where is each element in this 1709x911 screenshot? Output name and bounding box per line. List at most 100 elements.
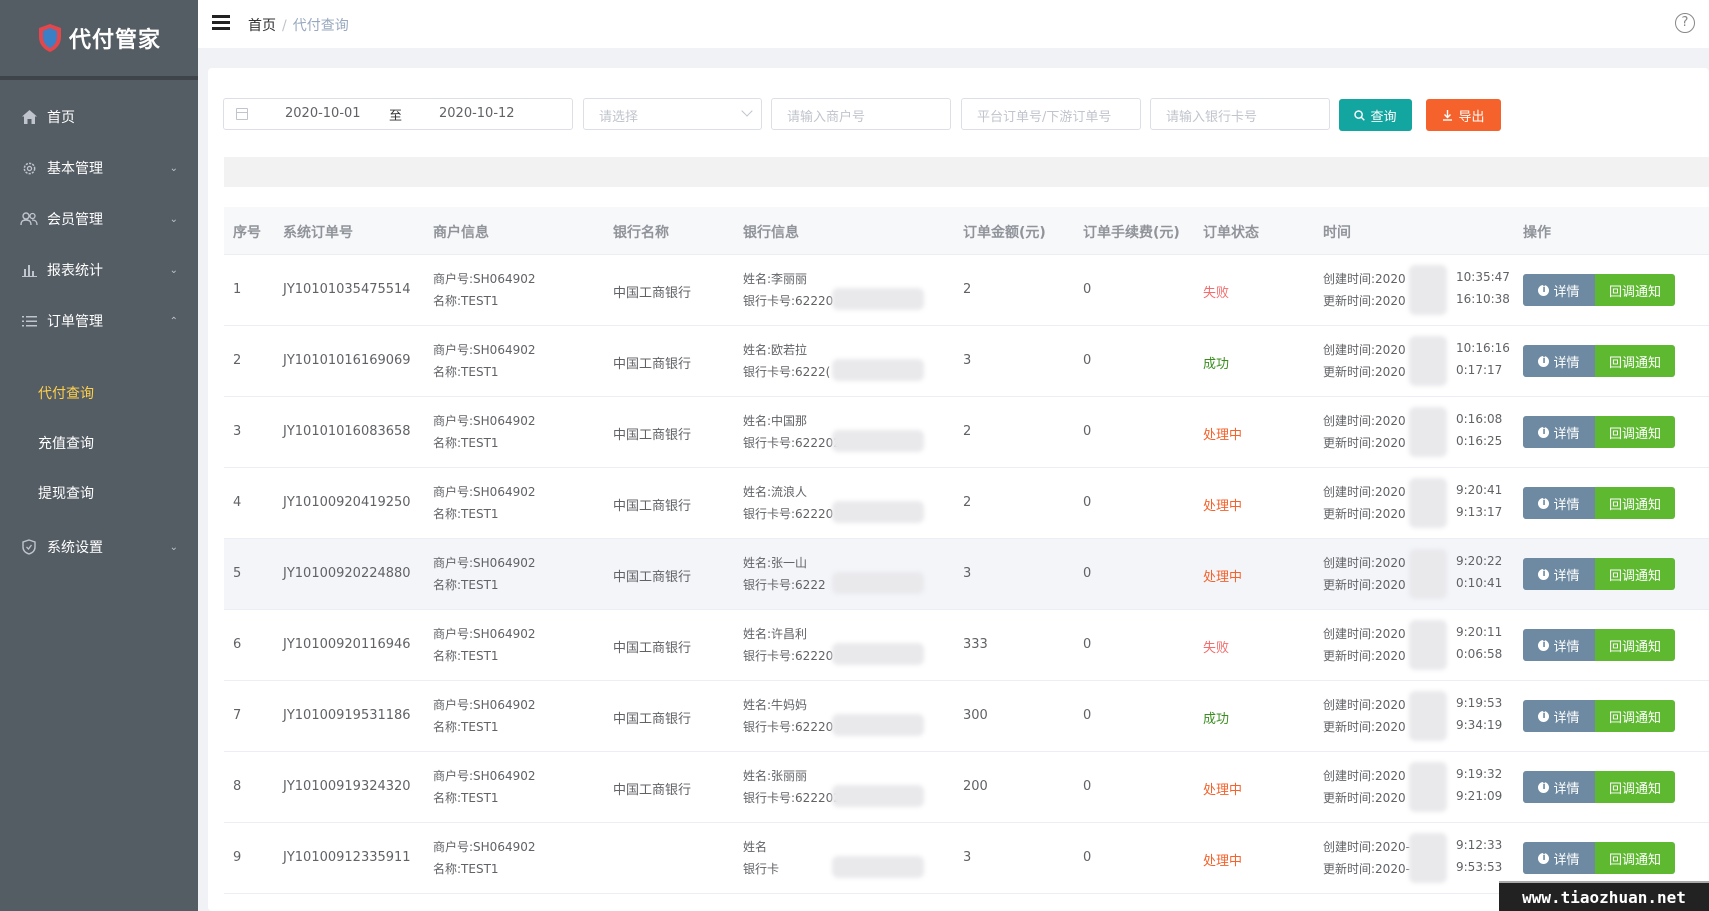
help-icon[interactable]: ? [1675, 13, 1695, 33]
callback-button-label: 回调通知 [1608, 710, 1661, 726]
redacted-blur [832, 572, 924, 594]
menu-item-reports[interactable]: 报表统计 ⌄ [0, 250, 198, 290]
row-created-time: 创建时间:2020 [1323, 343, 1406, 357]
col-header-status: 订单状态 [1203, 225, 1259, 241]
row-updated-time-tail: 16:10:38 [1456, 292, 1510, 306]
row-bank-name: 中国工商银行 [613, 783, 692, 798]
row-status: 成功 [1203, 712, 1230, 727]
row-order-number: JY10101016169069 [283, 353, 411, 368]
callback-button[interactable]: 回调通知 [1595, 771, 1675, 803]
detail-button[interactable]: i 详情 [1523, 274, 1595, 306]
submenu-item-withdraw-query[interactable]: 提现查询 [0, 473, 198, 513]
menu-item-settings[interactable]: 系统设置 ⌄ [0, 527, 198, 567]
download-icon [1443, 109, 1453, 121]
table-row: 7 JY10100919531186 商户号:SH064902 名称:TEST1 中国工… [224, 681, 1709, 752]
row-order-number: JY10100912335911 [283, 850, 411, 865]
submenu-item-recharge-query[interactable]: 充值查询 [0, 423, 198, 463]
date-range-separator: 至 [389, 109, 403, 124]
search-button[interactable]: 查询 [1339, 99, 1412, 131]
callback-button[interactable]: 回调通知 [1595, 274, 1675, 306]
callback-button[interactable]: 回调通知 [1595, 629, 1675, 661]
redacted-blur [1409, 265, 1447, 315]
detail-button[interactable]: i 详情 [1523, 345, 1595, 377]
detail-button[interactable]: i 详情 [1523, 487, 1595, 519]
row-fee: 0 [1083, 566, 1092, 581]
detail-button[interactable]: i 详情 [1523, 558, 1595, 590]
chevron-down-icon: ⌄ [169, 213, 178, 225]
row-updated-time: 更新时间:2020 [1323, 578, 1406, 592]
menu-item-basic[interactable]: 基本管理 ⌄ [0, 148, 198, 188]
row-created-time-tail: 9:19:53 [1456, 696, 1503, 710]
row-updated-time: 更新时间:2020 [1323, 294, 1406, 308]
date-range-picker[interactable]: 2020-10-01 至 2020-10-12 [223, 98, 573, 130]
table-row: 8 JY10100919324320 商户号:SH064902 名称:TEST1 中国工… [224, 752, 1709, 823]
row-merchant-name: 名称:TEST1 [433, 578, 499, 592]
row-status: 处理中 [1203, 428, 1243, 443]
callback-button[interactable]: 回调通知 [1595, 416, 1675, 448]
info-icon: i [1538, 639, 1550, 651]
row-merchant-name: 名称:TEST1 [433, 436, 499, 450]
callback-button[interactable]: 回调通知 [1595, 558, 1675, 590]
row-merchant-name: 名称:TEST1 [433, 862, 499, 876]
status-select[interactable]: 请选择 [583, 98, 762, 130]
callback-button-label: 回调通知 [1608, 284, 1661, 300]
callback-button[interactable]: 回调通知 [1595, 345, 1675, 377]
row-created-time-tail: 0:16:08 [1456, 412, 1503, 426]
row-bank-name: 中国工商银行 [613, 357, 692, 372]
detail-button[interactable]: i 详情 [1523, 700, 1595, 732]
detail-button-label: 详情 [1553, 852, 1580, 868]
row-no: 3 [233, 424, 242, 439]
menu-item-label: 报表统计 [47, 263, 103, 279]
row-order-number: JY10101035475514 [283, 282, 411, 297]
export-button[interactable]: 导出 [1426, 99, 1501, 131]
col-header-merchant: 商户信息 [433, 225, 489, 241]
callback-button-label: 回调通知 [1608, 568, 1661, 584]
row-amount: 3 [963, 566, 972, 581]
callback-button[interactable]: 回调通知 [1595, 700, 1675, 732]
menu-item-home[interactable]: 首页 [0, 97, 198, 137]
date-end-input[interactable]: 2020-10-12 [439, 106, 515, 121]
callback-button[interactable]: 回调通知 [1595, 842, 1675, 874]
redacted-blur [1409, 336, 1447, 386]
row-bank-name: 中国工商银行 [613, 712, 692, 727]
row-card-number: 银行卡号:62220 [743, 294, 834, 308]
info-icon: i [1538, 497, 1550, 509]
row-status: 成功 [1203, 357, 1230, 372]
callback-button[interactable]: 回调通知 [1595, 487, 1675, 519]
breadcrumb-home[interactable]: 首页 [248, 18, 276, 34]
row-merchant-no: 商户号:SH064902 [433, 769, 536, 783]
row-bank-name: 中国工商银行 [613, 286, 692, 301]
detail-button[interactable]: i 详情 [1523, 416, 1595, 448]
detail-button-label: 详情 [1553, 426, 1580, 442]
row-order-number: JY10100920116946 [283, 637, 411, 652]
bank-card-input[interactable]: 请输入银行卡号 [1150, 98, 1330, 130]
top-header: 首页 / 代付查询 ? [198, 0, 1709, 48]
row-card-number: 银行卡号:6222 [743, 578, 826, 592]
logo: 代付管家 [0, 0, 198, 80]
order-number-input[interactable]: 平台订单号/下游订单号 [961, 98, 1141, 130]
select-placeholder: 请选择 [599, 110, 639, 125]
menu-item-members[interactable]: 会员管理 ⌄ [0, 199, 198, 239]
detail-button[interactable]: i 详情 [1523, 771, 1595, 803]
row-holder-name: 姓名 [743, 840, 768, 854]
row-fee: 0 [1083, 282, 1092, 297]
detail-button-label: 详情 [1553, 497, 1580, 513]
merchant-input[interactable]: 请输入商户号 [771, 98, 951, 130]
row-created-time: 创建时间:2020 [1323, 698, 1406, 712]
row-card-number: 银行卡号:622202 [743, 436, 841, 450]
breadcrumb-current: 代付查询 [292, 18, 349, 34]
row-status: 处理中 [1203, 783, 1243, 798]
menu-item-orders[interactable]: 订单管理 ⌃ [0, 301, 198, 341]
hamburger-menu-icon[interactable] [212, 13, 232, 33]
submenu-item-payout-query[interactable]: 代付查询 [0, 373, 198, 413]
table-row: 6 JY10100920116946 商户号:SH064902 名称:TEST1 中国工… [224, 610, 1709, 681]
row-created-time: 创建时间:2020 [1323, 627, 1406, 641]
detail-button-label: 详情 [1553, 781, 1580, 797]
date-start-input[interactable]: 2020-10-01 [285, 106, 361, 121]
info-icon: i [1538, 426, 1550, 438]
detail-button[interactable]: i 详情 [1523, 842, 1595, 874]
detail-button[interactable]: i 详情 [1523, 629, 1595, 661]
col-header-actions: 操作 [1523, 225, 1551, 241]
row-merchant-name: 名称:TEST1 [433, 365, 499, 379]
info-icon: i [1538, 710, 1550, 722]
